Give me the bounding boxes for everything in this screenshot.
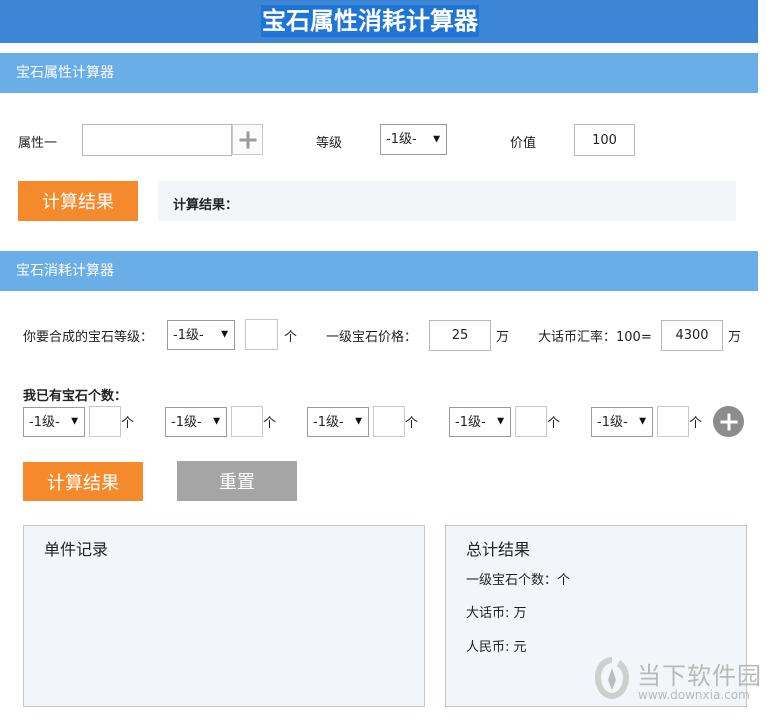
dropdown-arrow-icon: ▼ [433,134,440,144]
owned-level-select[interactable]: -1级- ▼ [307,407,369,437]
owned-level-value: -1级- [597,415,628,430]
owned-level-value: -1级- [171,415,202,430]
level-label: 等级 [316,136,343,151]
add-row-icon[interactable] [713,406,744,437]
target-level-select[interactable]: -1级- ▼ [167,320,235,350]
dhb-line: 大话币: 万 [466,606,527,621]
owned-count-input[interactable] [515,406,547,437]
attr-label: 属性一 [18,136,58,151]
owned-level-value: -1级- [455,415,486,430]
price-label: 价值 [510,136,537,151]
watermark-name: 当下软件园 [637,662,762,690]
records-title: 单件记录 [44,540,109,559]
attr-result-label: 计算结果： [173,198,239,213]
consume-calc-section-header: 宝石消耗计算器 [0,251,758,291]
dropdown-arrow-icon: ▼ [355,416,362,427]
owned-count-input[interactable] [89,406,121,437]
owned-level-select[interactable]: -1级- ▼ [591,407,653,437]
totals-title: 总计结果 [466,540,531,559]
rate-unit: 万 [728,330,742,345]
page-title: 宝石属性消耗计算器 [261,5,479,37]
add-attr-button[interactable] [232,124,263,155]
watermark-logo-icon [595,657,629,699]
owned-count-input[interactable] [373,406,405,437]
dropdown-arrow-icon: ▼ [213,416,220,427]
dropdown-arrow-icon: ▼ [497,416,504,427]
owned-level-value: -1级- [313,415,344,430]
owned-count-input[interactable] [657,406,689,437]
target-level-label: 你要合成的宝石等级： [23,330,154,345]
owned-count-unit: 个 [405,416,419,431]
gem-count-line: 一级宝石个数：个 [466,573,571,588]
base-price-input[interactable] [429,320,491,351]
owned-level-value: -1级- [29,415,60,430]
level-select-value: -1级- [386,132,417,147]
rmb-line: 人民币: 元 [466,640,527,655]
rate-input[interactable] [661,320,723,351]
price-input[interactable] [574,124,635,156]
base-price-label: 一级宝石价格： [326,330,418,345]
attr-calc-section-header: 宝石属性计算器 [0,53,758,93]
owned-level-select[interactable]: -1级- ▼ [23,407,85,437]
reset-button[interactable]: 重置 [177,461,297,501]
owned-level-select[interactable]: -1级- ▼ [165,407,227,437]
owned-gems-label: 我已有宝石个数： [23,389,128,404]
attr-result-box: 计算结果： [158,181,736,221]
owned-count-unit: 个 [547,416,561,431]
level-select[interactable]: -1级- ▼ [380,124,447,155]
base-price-unit: 万 [496,330,510,345]
owned-count-input[interactable] [231,406,263,437]
dropdown-arrow-icon: ▼ [639,416,646,427]
rate-label: 大话币汇率：100= [538,330,652,345]
owned-count-unit: 个 [263,416,277,431]
dropdown-arrow-icon: ▼ [71,416,78,427]
watermark-url: www.downxia.com [638,688,750,702]
owned-count-unit: 个 [121,416,135,431]
target-level-value: -1级- [173,328,204,343]
owned-count-unit: 个 [689,416,703,431]
dropdown-arrow-icon: ▼ [221,329,228,340]
records-panel: 单件记录 [23,525,425,707]
owned-level-select[interactable]: -1级- ▼ [449,407,511,437]
consume-calc-button[interactable]: 计算结果 [23,462,143,501]
target-count-input[interactable] [245,319,278,350]
attr-calc-button[interactable]: 计算结果 [18,181,138,221]
attr-input[interactable] [82,124,232,156]
target-count-unit: 个 [284,330,298,345]
